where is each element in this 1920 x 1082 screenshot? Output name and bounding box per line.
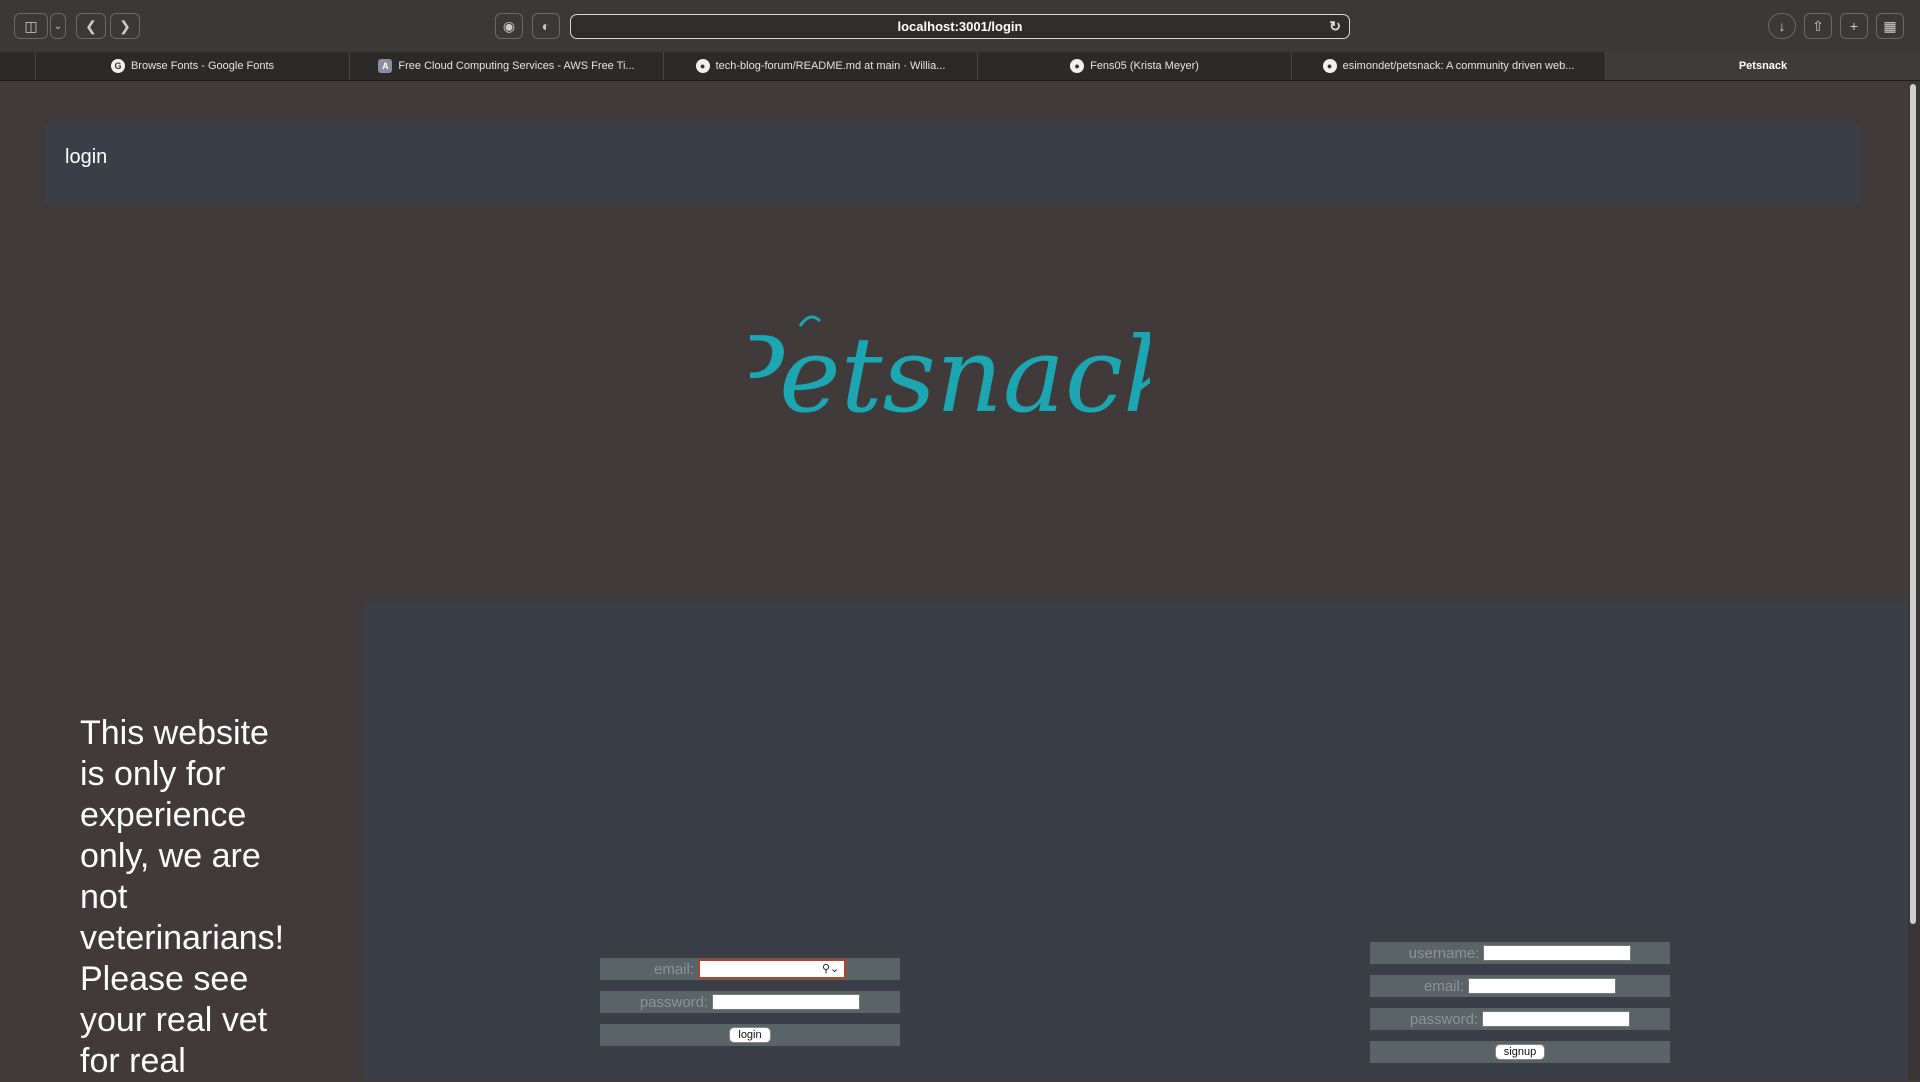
login-email-label: email: [653,960,694,978]
download-icon: ↓ [1778,18,1786,34]
chevron-right-icon: ❯ [119,17,131,34]
tab-group-dropdown-button[interactable]: ⌄ [50,13,66,39]
tab-label: Fens05 (Krista Meyer) [1090,60,1199,72]
login-email-row: email: ⚲⌄ [600,958,900,980]
tab-label: Petsnack [1738,60,1788,72]
chevron-down-icon: ⌄ [53,20,63,32]
tab-label: tech-blog-forum/README.md at main · Will… [715,60,946,72]
signup-submit-row: signup [1370,1041,1670,1063]
signup-username-label: username: [1408,944,1480,962]
reload-icon[interactable]: ↻ [1329,18,1341,35]
signup-email-row: email: [1370,975,1670,997]
address-bar[interactable]: localhost:3001/login ↻ [570,14,1350,39]
new-tab-button[interactable]: + [1840,13,1868,39]
share-button[interactable]: ⇧ [1804,13,1832,39]
url-text: localhost:3001/login [897,19,1023,34]
downloads-button[interactable]: ↓ [1768,13,1796,39]
signup-button[interactable]: signup [1494,1044,1546,1060]
tab-label: esimondet/petsnack: A community driven w… [1342,60,1575,72]
share-icon: ⇧ [1812,17,1824,34]
login-password-input[interactable] [712,994,861,1010]
petsnack-logo: Petsnack [712,291,1186,451]
grid-icon: ▦ [1883,17,1897,34]
tab-label: Free Cloud Computing Services - AWS Free… [398,60,635,72]
tab-petsnack-repo[interactable]: ● esimondet/petsnack: A community driven… [1291,52,1605,80]
github-icon: ● [1322,59,1337,73]
chevron-left-icon: ❮ [85,17,97,34]
aws-icon: A [378,59,393,73]
login-nav-link[interactable]: login [65,146,107,169]
signup-username-row: username: [1370,942,1670,964]
site-header: login [45,124,1860,205]
signup-password-label: password: [1409,1010,1479,1028]
github-extension-icon: ◉ [502,17,516,34]
tab-google-fonts[interactable]: G Browse Fonts - Google Fonts [35,52,349,80]
tab-label: Browse Fonts - Google Fonts [130,60,275,72]
tab-strip: G Browse Fonts - Google Fonts A Free Clo… [0,52,1920,81]
google-icon: G [110,59,125,73]
browser-toolbar: ◫ ⌄ ❮ ❯ ◉ ◐ localhost:3001/login ↻ ↓ ⇧ +… [0,0,1920,53]
forward-button[interactable]: ❯ [110,13,140,39]
tab-tech-blog-readme[interactable]: ● tech-blog-forum/README.md at main · Wi… [663,52,977,80]
tab-petsnack-active[interactable]: Petsnack [1605,52,1920,80]
signup-username-input[interactable] [1483,945,1632,961]
page-viewport: login Petsnack This website is only for … [0,81,1908,1080]
github-icon: ● [695,59,710,73]
login-submit-row: login [600,1024,900,1046]
github-icon: ● [1070,59,1085,73]
signup-email-input[interactable] [1468,978,1616,994]
shield-icon: ◐ [541,18,551,34]
tab-overview-button[interactable]: ▦ [1876,13,1904,39]
login-button[interactable]: login [729,1027,771,1043]
privacy-shield-button[interactable]: ◐ [532,13,560,39]
login-password-row: password: [600,991,900,1013]
tab-fens05[interactable]: ● Fens05 (Krista Meyer) [977,52,1291,80]
login-password-label: password: [639,993,709,1011]
back-button[interactable]: ❮ [76,13,106,39]
forms-panel: email: ⚲⌄ password: login username: emai… [364,601,1908,1080]
page-scrollbar-thumb[interactable] [1910,84,1916,924]
disclaimer-text: This website is only for experience only… [80,714,285,1080]
sidebar-toggle-button[interactable]: ◫ [14,13,48,39]
extension-button[interactable]: ◉ [495,13,523,39]
password-key-icon[interactable]: ⚲⌄ [822,962,839,975]
tab-aws[interactable]: A Free Cloud Computing Services - AWS Fr… [349,52,663,80]
signup-password-row: password: [1370,1008,1670,1030]
sidebar-icon: ◫ [24,17,38,34]
plus-icon: + [1849,18,1859,34]
signup-password-input[interactable] [1482,1011,1631,1027]
signup-email-label: email: [1423,977,1464,995]
logo-text: Petsnack [750,314,1150,436]
